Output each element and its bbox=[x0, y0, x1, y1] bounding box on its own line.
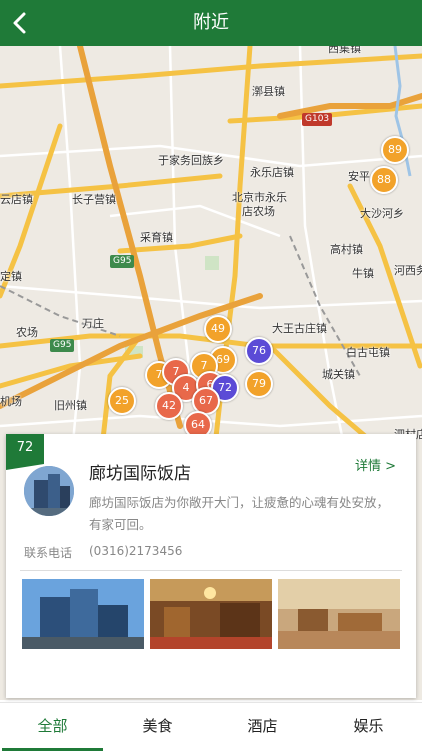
place-photo-exterior[interactable] bbox=[22, 579, 144, 649]
page-title: 附近 bbox=[193, 12, 229, 33]
map-label: 高村镇 bbox=[330, 243, 363, 256]
map-cluster[interactable]: 79 bbox=[245, 370, 273, 398]
map-label: 白古屯镇 bbox=[346, 346, 390, 359]
map-cluster[interactable]: 88 bbox=[370, 166, 398, 194]
map-label: 农场 bbox=[16, 326, 38, 339]
lobby-image bbox=[150, 579, 272, 649]
top-bar: 附近 bbox=[0, 0, 422, 46]
exterior-image bbox=[22, 579, 144, 649]
road-badge: G95 bbox=[50, 339, 75, 352]
road-badge: G103 bbox=[302, 113, 333, 126]
map-label: 万庄 bbox=[82, 317, 104, 330]
place-name: 廊坊国际饭店 bbox=[89, 464, 191, 484]
map-label: 永乐店镇 bbox=[250, 166, 294, 179]
map-label: 云店镇 bbox=[0, 193, 33, 206]
map-cluster[interactable]: 25 bbox=[108, 387, 136, 415]
tab-entertainment[interactable]: 娱乐 bbox=[316, 703, 421, 751]
hotel-building-image bbox=[24, 466, 74, 516]
tab-label: 美食 bbox=[142, 717, 173, 735]
map-cluster[interactable]: 76 bbox=[245, 337, 273, 365]
map-label: 长子营镇 bbox=[72, 193, 116, 206]
divider bbox=[20, 570, 402, 571]
map-label: 西集镇 bbox=[328, 46, 361, 55]
map-label: 漷县镇 bbox=[252, 85, 285, 98]
place-photo-room[interactable] bbox=[278, 579, 400, 649]
room-image bbox=[278, 579, 400, 649]
map-cluster[interactable]: 42 bbox=[155, 392, 183, 420]
map-cluster[interactable]: 89 bbox=[381, 136, 409, 164]
details-link[interactable]: 详情 > bbox=[355, 455, 396, 474]
place-card[interactable]: 72 廊坊国际饭店 详情 > 廊坊国际饭店为你敞开大门，让疲惫的心魂有处安放，有… bbox=[6, 434, 416, 698]
map-label: 大沙河乡 bbox=[360, 207, 404, 220]
tab-food[interactable]: 美食 bbox=[105, 703, 210, 751]
map-label: 大王古庄镇 bbox=[272, 322, 327, 335]
tab-hotel[interactable]: 酒店 bbox=[210, 703, 315, 751]
place-photo-lobby[interactable] bbox=[150, 579, 272, 649]
place-description: 廊坊国际饭店为你敞开大门，让疲惫的心魂有处安放，有家可回。 bbox=[89, 495, 390, 532]
phone-number[interactable]: (0316)2173456 bbox=[89, 544, 182, 558]
place-avatar bbox=[24, 466, 74, 516]
map-label: 河西务 bbox=[394, 264, 422, 277]
tab-label: 酒店 bbox=[247, 717, 278, 735]
map-label: 旧州镇 bbox=[54, 399, 87, 412]
road-badge: G95 bbox=[110, 255, 135, 268]
map-label: 店农场 bbox=[242, 205, 275, 218]
tab-all[interactable]: 全部 bbox=[0, 703, 105, 751]
map-label: 安平 bbox=[348, 170, 370, 183]
map-label: 于家务回族乡 bbox=[158, 154, 224, 167]
tab-label: 娱乐 bbox=[353, 717, 384, 735]
place-tag: 72 bbox=[6, 434, 44, 470]
map-label: 采育镇 bbox=[140, 231, 173, 244]
bottom-tab-bar: 全部 美食 酒店 娱乐 bbox=[0, 702, 422, 751]
map-cluster[interactable]: 49 bbox=[204, 315, 232, 343]
tab-label: 全部 bbox=[37, 717, 68, 735]
map-label: 定镇 bbox=[0, 270, 22, 283]
map-label: 城关镇 bbox=[322, 368, 355, 381]
map-label: 机场 bbox=[0, 395, 22, 408]
map-label: 牛镇 bbox=[352, 267, 374, 280]
phone-label: 联系电话 bbox=[24, 546, 73, 560]
